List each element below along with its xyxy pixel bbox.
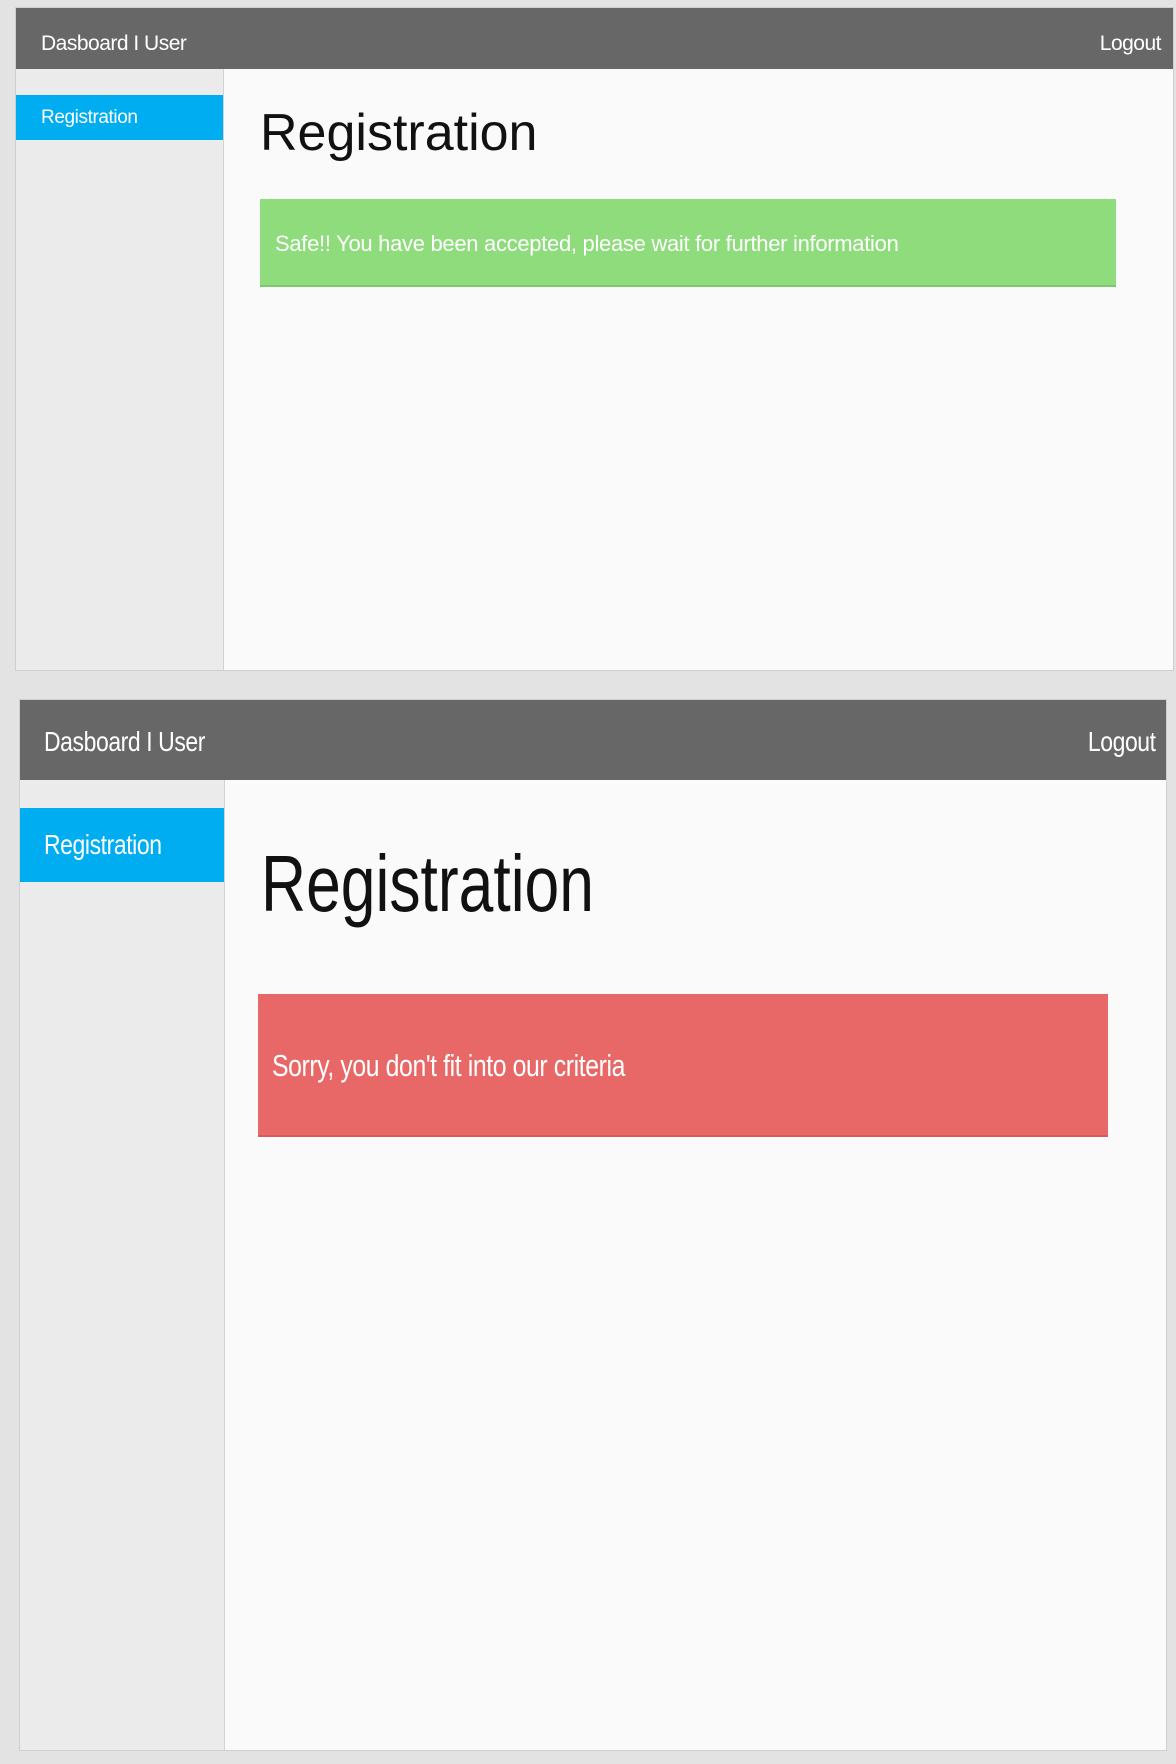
main-content: Registration Sorry, you don't fit into o… bbox=[225, 780, 1166, 1750]
sidebar: Registration bbox=[20, 780, 225, 1750]
success-alert: Safe!! You have been accepted, please wa… bbox=[260, 199, 1116, 287]
logout-link[interactable]: Logout bbox=[1088, 726, 1156, 758]
sidebar: Registration bbox=[16, 69, 224, 670]
page-title: Registration bbox=[260, 104, 538, 162]
main-content: Registration Safe!! You have been accept… bbox=[224, 69, 1173, 670]
top-bar: Dasboard I User Logout bbox=[20, 700, 1166, 780]
sidebar-item-label: Registration bbox=[44, 829, 162, 860]
dashboard-screen-rejected: Dasboard I User Logout Registration Regi… bbox=[19, 699, 1167, 1751]
error-alert: Sorry, you don't fit into our criteria bbox=[258, 994, 1108, 1137]
logout-link[interactable]: Logout bbox=[1100, 32, 1162, 56]
alert-message: Safe!! You have been accepted, please wa… bbox=[275, 231, 899, 256]
top-bar: Dasboard I User Logout bbox=[16, 8, 1173, 69]
brand-title: Dasboard I User bbox=[41, 32, 187, 55]
sidebar-item-label: Registration bbox=[41, 107, 138, 128]
sidebar-item-registration[interactable]: Registration bbox=[16, 95, 223, 140]
sidebar-item-registration[interactable]: Registration bbox=[20, 808, 224, 882]
page-title: Registration bbox=[261, 839, 594, 928]
dashboard-screen-accepted: Dasboard I User Logout Registration Regi… bbox=[15, 7, 1174, 671]
brand-title: Dasboard I User bbox=[44, 726, 206, 757]
alert-message: Sorry, you don't fit into our criteria bbox=[272, 1048, 625, 1083]
